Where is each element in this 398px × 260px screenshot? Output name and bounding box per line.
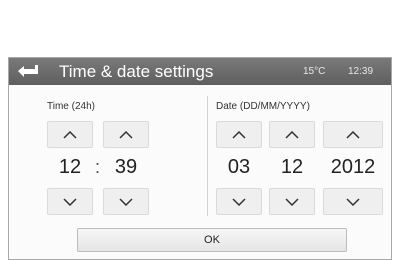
hours-value: 12: [58, 156, 82, 178]
year-down-button[interactable]: [323, 188, 383, 215]
chevron-down-icon: [63, 197, 77, 206]
minutes-up-button[interactable]: [103, 121, 149, 148]
minutes-down-button[interactable]: [103, 188, 149, 215]
day-value: 03: [227, 156, 251, 178]
page-title: Time & date settings: [59, 62, 214, 81]
date-group-label: Date (DD/MM/YYYY): [216, 101, 310, 112]
chevron-down-icon: [119, 197, 133, 206]
temperature-readout: 15°C: [303, 66, 326, 77]
year-value: 2012: [330, 156, 376, 178]
day-down-button[interactable]: [216, 188, 262, 215]
chevron-down-icon: [232, 197, 246, 206]
back-button[interactable]: [15, 62, 41, 81]
time-group-label: Time (24h): [47, 101, 95, 112]
chevron-down-icon: [285, 197, 299, 206]
group-divider: [207, 96, 208, 216]
chevron-up-icon: [232, 130, 246, 139]
back-arrow-icon: [18, 65, 38, 77]
chevron-up-icon: [63, 130, 77, 139]
hours-up-button[interactable]: [47, 121, 93, 148]
month-up-button[interactable]: [269, 121, 315, 148]
time-date-settings-screen: Time & date settings 15°C 12:39 Time (24…: [8, 57, 392, 260]
title-bar: Time & date settings 15°C 12:39: [9, 58, 391, 85]
minutes-value: 39: [114, 156, 138, 178]
chevron-down-icon: [346, 197, 360, 206]
chevron-up-icon: [119, 130, 133, 139]
chevron-up-icon: [346, 130, 360, 139]
year-up-button[interactable]: [323, 121, 383, 148]
time-separator: :: [95, 157, 101, 177]
day-up-button[interactable]: [216, 121, 262, 148]
hours-down-button[interactable]: [47, 188, 93, 215]
month-value: 12: [280, 156, 304, 178]
month-down-button[interactable]: [269, 188, 315, 215]
clock-readout: 12:39: [348, 66, 374, 77]
chevron-up-icon: [285, 130, 299, 139]
ok-button[interactable]: OK: [77, 228, 347, 252]
